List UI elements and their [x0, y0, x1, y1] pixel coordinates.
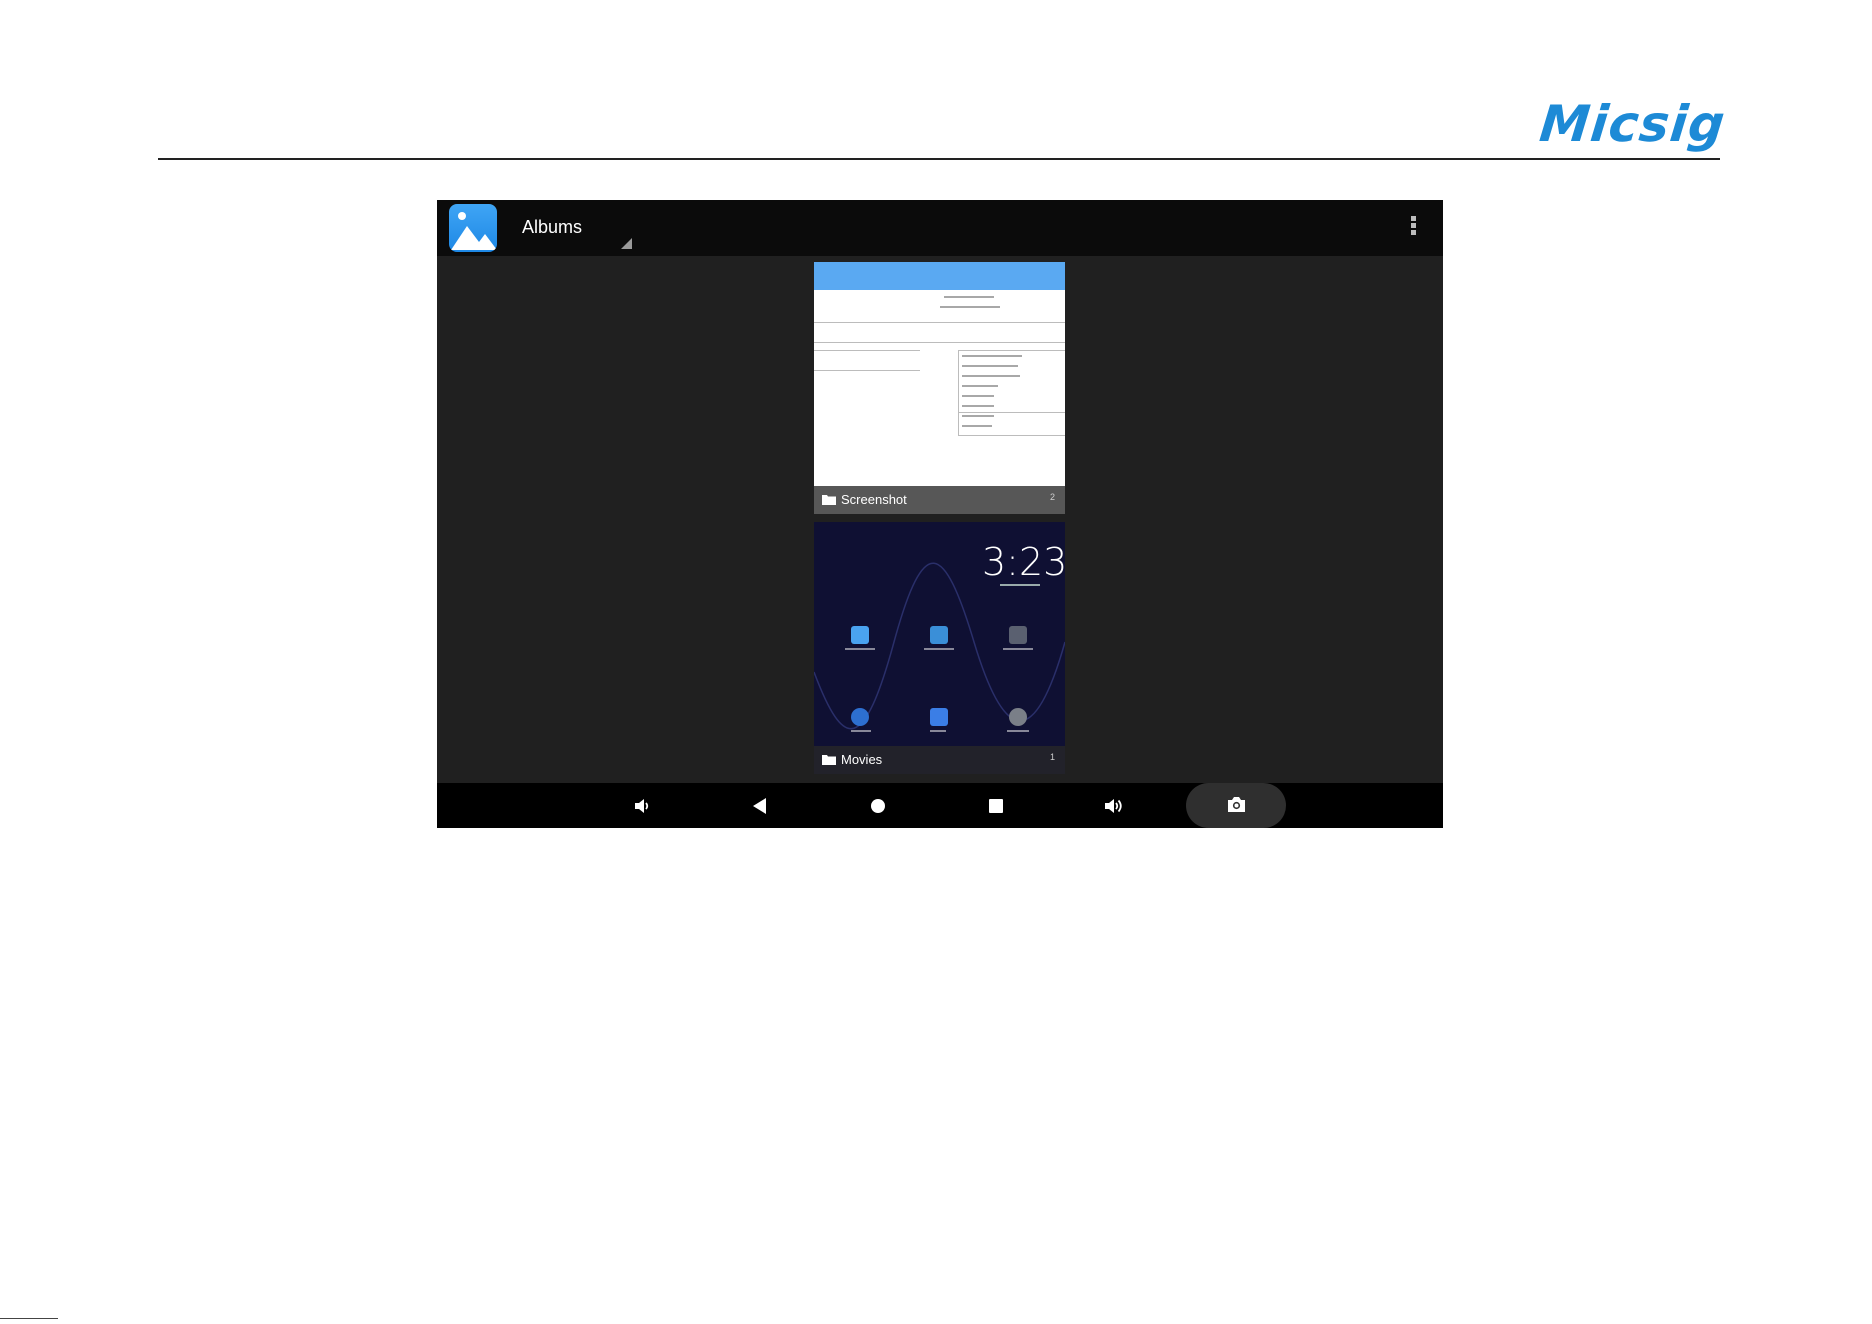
folder-icon — [822, 755, 836, 765]
gallery-icon[interactable] — [449, 204, 497, 252]
app-icon-label — [1007, 730, 1029, 732]
app-icon-label — [1003, 648, 1033, 650]
dropdown-indicator-icon[interactable] — [621, 238, 632, 249]
home-button[interactable] — [848, 783, 908, 828]
app-icon-label — [924, 648, 954, 650]
thumbnail-text-line — [944, 296, 994, 298]
back-button[interactable] — [730, 783, 790, 828]
album-tile-movies[interactable]: 3:23 Movies 1 — [814, 522, 1065, 774]
album-tile-screenshot[interactable]: Screenshot 2 — [814, 262, 1065, 514]
album-name: Movies — [841, 752, 883, 767]
album-name: Screenshot — [841, 492, 907, 507]
app-icon-tile — [851, 708, 869, 726]
thumbnail-divider — [814, 342, 1065, 343]
recents-icon — [989, 798, 1003, 813]
volume-down-icon — [635, 798, 649, 813]
more-vert-icon[interactable] — [1407, 214, 1419, 242]
thumbnail-header — [814, 262, 1065, 290]
home-clock: 3:23 — [982, 540, 1065, 584]
album-count: 2 — [1049, 492, 1055, 502]
albums-dropdown-title[interactable]: Albums — [522, 217, 582, 238]
app-icon-tile — [1009, 708, 1027, 726]
home-date — [1000, 584, 1040, 586]
app-icon-label — [930, 730, 946, 732]
album-count: 1 — [1049, 752, 1055, 762]
app-icon-tile — [930, 708, 948, 726]
device-screen: Albums Screenshot 2 3:23 Movies 1 — [437, 200, 1443, 828]
thumbnail-text-line — [962, 355, 1022, 357]
action-bar: Albums — [437, 200, 1443, 256]
screenshot-button[interactable] — [1186, 783, 1286, 828]
camera-icon — [1228, 797, 1245, 812]
folder-icon — [822, 495, 836, 505]
system-navigation-bar — [437, 783, 1443, 828]
home-icon — [871, 798, 885, 813]
back-icon — [753, 797, 766, 814]
album-label: Movies 1 — [814, 746, 1065, 774]
thumbnail-divider — [814, 350, 920, 351]
app-icon-tile — [851, 626, 869, 644]
thumbnail-text-line — [962, 395, 994, 397]
thumbnail-text-line — [940, 306, 1000, 308]
thumbnail-text-line — [962, 375, 1020, 377]
app-icon-tile — [930, 626, 948, 644]
micsig-logo: Micsig — [1536, 95, 1729, 153]
thumbnail-text-line — [962, 385, 998, 387]
recents-button[interactable] — [966, 783, 1026, 828]
volume-up-button[interactable] — [1084, 783, 1144, 828]
volume-up-icon — [1105, 798, 1122, 813]
app-icon-label — [851, 730, 871, 732]
thumbnail-divider — [958, 412, 1065, 413]
app-icon-label — [845, 648, 875, 650]
thumbnail-list-box — [958, 350, 1065, 436]
thumbnail-text-line — [962, 365, 1018, 367]
thumbnail-text-line — [962, 425, 992, 427]
thumbnail-text-line — [962, 415, 994, 417]
thumbnail-text-line — [962, 405, 994, 407]
thumbnail-divider — [814, 370, 920, 371]
volume-down-button[interactable] — [612, 783, 672, 828]
thumbnail-divider — [814, 322, 1065, 323]
app-icon-tile — [1009, 626, 1027, 644]
album-label: Screenshot 2 — [814, 486, 1065, 514]
header-rule — [158, 158, 1720, 160]
footer-mark — [0, 1318, 58, 1319]
